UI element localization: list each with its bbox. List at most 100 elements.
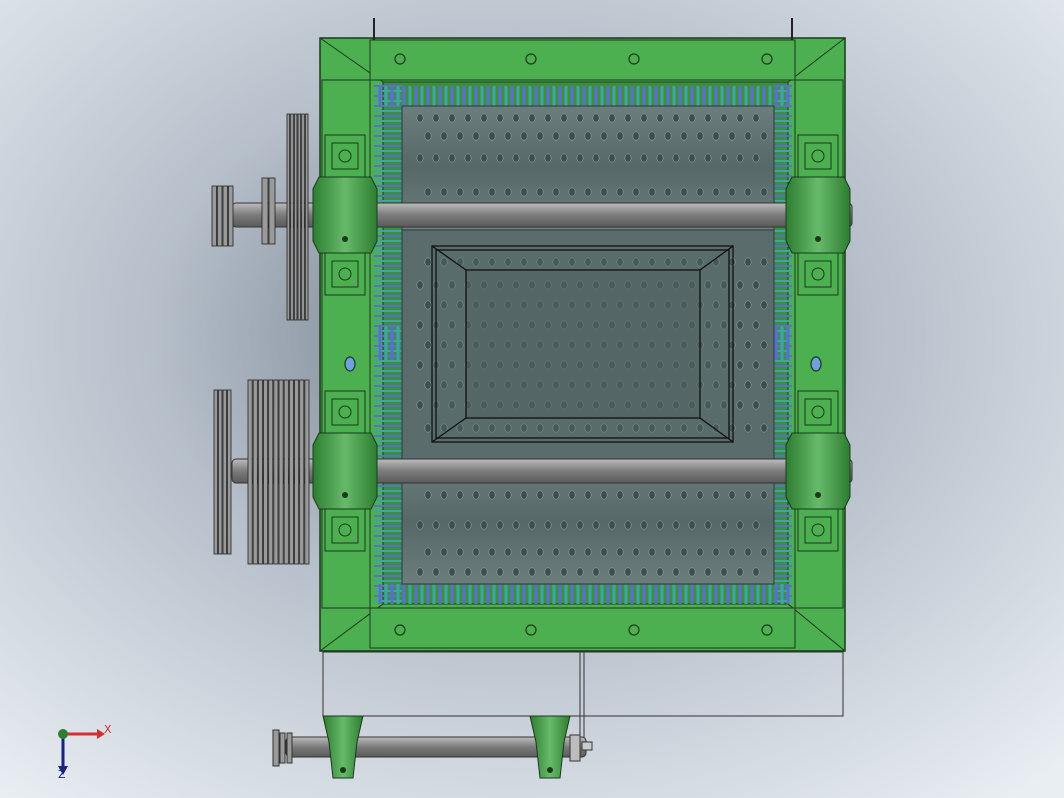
drum-hole — [536, 131, 544, 141]
drum-hole — [416, 520, 424, 530]
drum-hole — [688, 567, 696, 577]
drum-hole — [752, 567, 760, 577]
drum-hole — [728, 490, 736, 500]
drum-hole — [656, 520, 664, 530]
drum-hole — [760, 547, 768, 557]
drum-hole — [416, 113, 424, 123]
drum-hole — [752, 400, 760, 410]
drum-hole — [688, 520, 696, 530]
drum-hole — [464, 153, 472, 163]
drum-hole — [728, 187, 736, 197]
drum-hole — [512, 567, 520, 577]
drum-hole — [648, 547, 656, 557]
drum-hole — [616, 131, 624, 141]
drum-hole — [640, 520, 648, 530]
drum-hole — [752, 360, 760, 370]
drum-hole — [536, 187, 544, 197]
pulley-groove — [293, 113, 298, 321]
pulley-groove — [228, 185, 234, 247]
drum-hole — [648, 490, 656, 500]
drum-hole — [584, 131, 592, 141]
drum-hole — [736, 567, 744, 577]
drum-hole — [424, 423, 432, 433]
drum-hole — [544, 113, 552, 123]
pulley-groove — [263, 379, 269, 565]
pulley-groove — [211, 185, 217, 247]
drum-hole — [736, 153, 744, 163]
drum-hole — [640, 153, 648, 163]
drum-hole — [424, 490, 432, 500]
bearing-bolt — [811, 149, 825, 163]
drum-hole — [488, 490, 496, 500]
pulley-groove — [304, 113, 309, 321]
drum-hole — [744, 300, 752, 310]
drum-hole — [592, 113, 600, 123]
drum-hole — [608, 153, 616, 163]
drum-hole — [416, 280, 424, 290]
pulley-groove — [217, 185, 223, 247]
slot-hole — [344, 356, 356, 372]
drum-hole — [680, 490, 688, 500]
drum-hole — [680, 131, 688, 141]
bearing-bolt — [811, 267, 825, 281]
drum-hole — [600, 187, 608, 197]
bearing-bolt — [338, 405, 352, 419]
bearing-bolt — [811, 523, 825, 537]
drum-hole — [528, 153, 536, 163]
feed-hopper[interactable] — [431, 245, 734, 443]
drum-hole — [568, 547, 576, 557]
bearing-bolt — [338, 149, 352, 163]
drum-hole — [536, 490, 544, 500]
drum-hole — [488, 187, 496, 197]
drum-hole — [472, 490, 480, 500]
drum-hole — [432, 567, 440, 577]
drum-hole — [528, 520, 536, 530]
drum-hole — [448, 520, 456, 530]
drum-hole — [760, 423, 768, 433]
drum-hole — [632, 187, 640, 197]
drum-hole — [616, 490, 624, 500]
drum-hole — [712, 187, 720, 197]
drum-hole — [416, 567, 424, 577]
drum-hole — [440, 490, 448, 500]
pulley-groove — [273, 379, 279, 565]
drum-hole — [744, 187, 752, 197]
drum-hole — [640, 567, 648, 577]
grease-nipple — [815, 236, 821, 242]
drum-hole — [664, 187, 672, 197]
drum-hole — [544, 567, 552, 577]
pulley-groove — [290, 113, 294, 321]
pulley-groove — [257, 379, 263, 565]
drum-hole — [456, 547, 464, 557]
drum-hole — [488, 547, 496, 557]
drum-hole — [736, 320, 744, 330]
drum-hole — [672, 567, 680, 577]
drum-hole — [424, 257, 432, 267]
drum-hole — [760, 257, 768, 267]
drum-hole — [456, 490, 464, 500]
drum-hole — [464, 520, 472, 530]
drum-hole — [432, 153, 440, 163]
drum-hole — [552, 547, 560, 557]
cad-canvas[interactable]: X Z — [0, 0, 1064, 798]
drum-hole — [456, 131, 464, 141]
drum-hole — [744, 380, 752, 390]
drum-hole — [416, 400, 424, 410]
pulley-groove — [301, 113, 305, 321]
drum-hole — [504, 547, 512, 557]
cad-viewport[interactable]: X Z — [0, 0, 1064, 798]
bearing-bolt — [338, 523, 352, 537]
drum-hole — [704, 567, 712, 577]
drum-hole — [480, 113, 488, 123]
drum-hole — [664, 547, 672, 557]
pulley-groove — [294, 379, 300, 565]
bearing-bolt — [338, 267, 352, 281]
drum-hole — [704, 153, 712, 163]
z-axis-label: Z — [58, 768, 66, 781]
drum-hole — [632, 490, 640, 500]
drum-hole — [520, 490, 528, 500]
pulley-groove — [268, 379, 274, 565]
drum-hole — [600, 131, 608, 141]
drum-hole — [664, 131, 672, 141]
drum-hole — [648, 187, 656, 197]
